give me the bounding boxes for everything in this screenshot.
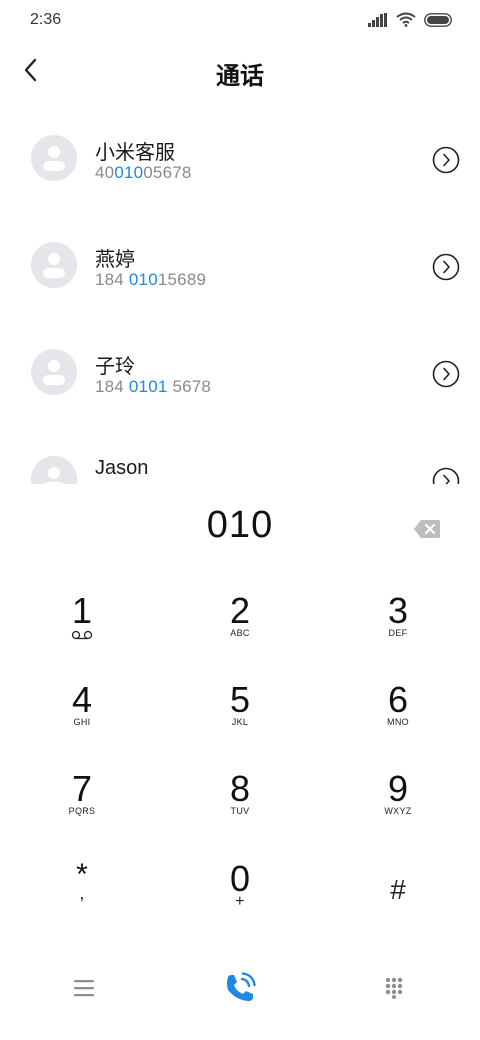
detail-arrow-icon[interactable] <box>432 253 460 281</box>
contact-number: 184 0101 5678 <box>95 377 212 396</box>
dialpad-toggle-button[interactable] <box>374 968 414 1008</box>
key-9[interactable]: 9 WXYZ <box>338 770 458 842</box>
key-2[interactable]: 2 ABC <box>180 592 300 664</box>
dialed-number: 010 <box>206 504 274 546</box>
battery-icon <box>424 12 452 27</box>
key-0[interactable]: 0 + <box>180 860 300 932</box>
contact-name: 子玲 <box>95 356 135 378</box>
backspace-icon[interactable] <box>413 519 441 539</box>
key-5[interactable]: 5 JKL <box>180 681 300 753</box>
contact-item[interactable]: 子玲 184 0101 5678 <box>0 324 480 431</box>
status-bar: 2:36 <box>0 0 480 40</box>
avatar <box>31 349 77 395</box>
status-icons <box>368 12 454 27</box>
contact-item[interactable]: 燕婷 184 01015689 <box>0 217 480 324</box>
contact-item[interactable]: 小米客服 4001005678 <box>0 110 480 217</box>
contact-name: 小米客服 <box>95 142 175 164</box>
detail-arrow-icon[interactable] <box>432 360 460 388</box>
phone-call-icon <box>227 972 256 1001</box>
contact-number: 184 01015689 <box>95 270 207 289</box>
key-8[interactable]: 8 TUV <box>180 770 300 842</box>
detail-arrow-icon[interactable] <box>432 146 460 174</box>
page-title: 通话 <box>216 63 264 90</box>
avatar <box>31 135 77 181</box>
key-4[interactable]: 4 GHI <box>22 681 142 753</box>
wifi-icon <box>396 12 416 27</box>
key-hash[interactable]: # <box>338 860 458 932</box>
bottom-nav <box>0 960 480 1016</box>
contact-name: Jason <box>95 457 149 479</box>
avatar <box>31 456 77 484</box>
key-1[interactable]: 1 <box>22 592 142 664</box>
voicemail-icon <box>71 630 93 640</box>
contact-number: 4001005678 <box>95 163 192 182</box>
status-time: 2:36 <box>30 11 62 28</box>
key-6[interactable]: 6 MNO <box>338 681 458 753</box>
avatar <box>31 242 77 288</box>
dial-display: 010 <box>0 504 480 554</box>
number-match: 010 <box>114 163 144 182</box>
key-7[interactable]: 7 PQRS <box>22 770 142 842</box>
detail-arrow-icon[interactable] <box>432 467 460 484</box>
menu-icon <box>74 980 94 997</box>
call-button[interactable] <box>220 968 260 1008</box>
contact-name: 燕婷 <box>95 249 135 271</box>
signal-icon <box>368 12 387 27</box>
dialpad-icon <box>385 977 403 999</box>
contact-list[interactable]: 小米客服 4001005678 燕婷 184 01015689 子玲 184 0… <box>0 110 480 484</box>
number-match: 010 <box>128 270 158 289</box>
header: 通话 <box>0 44 480 96</box>
number-match: 0101 <box>128 377 168 396</box>
key-star[interactable]: * , <box>22 860 142 932</box>
key-3[interactable]: 3 DEF <box>338 592 458 664</box>
contact-item[interactable]: Jason <box>0 431 480 484</box>
menu-button[interactable] <box>64 968 104 1008</box>
